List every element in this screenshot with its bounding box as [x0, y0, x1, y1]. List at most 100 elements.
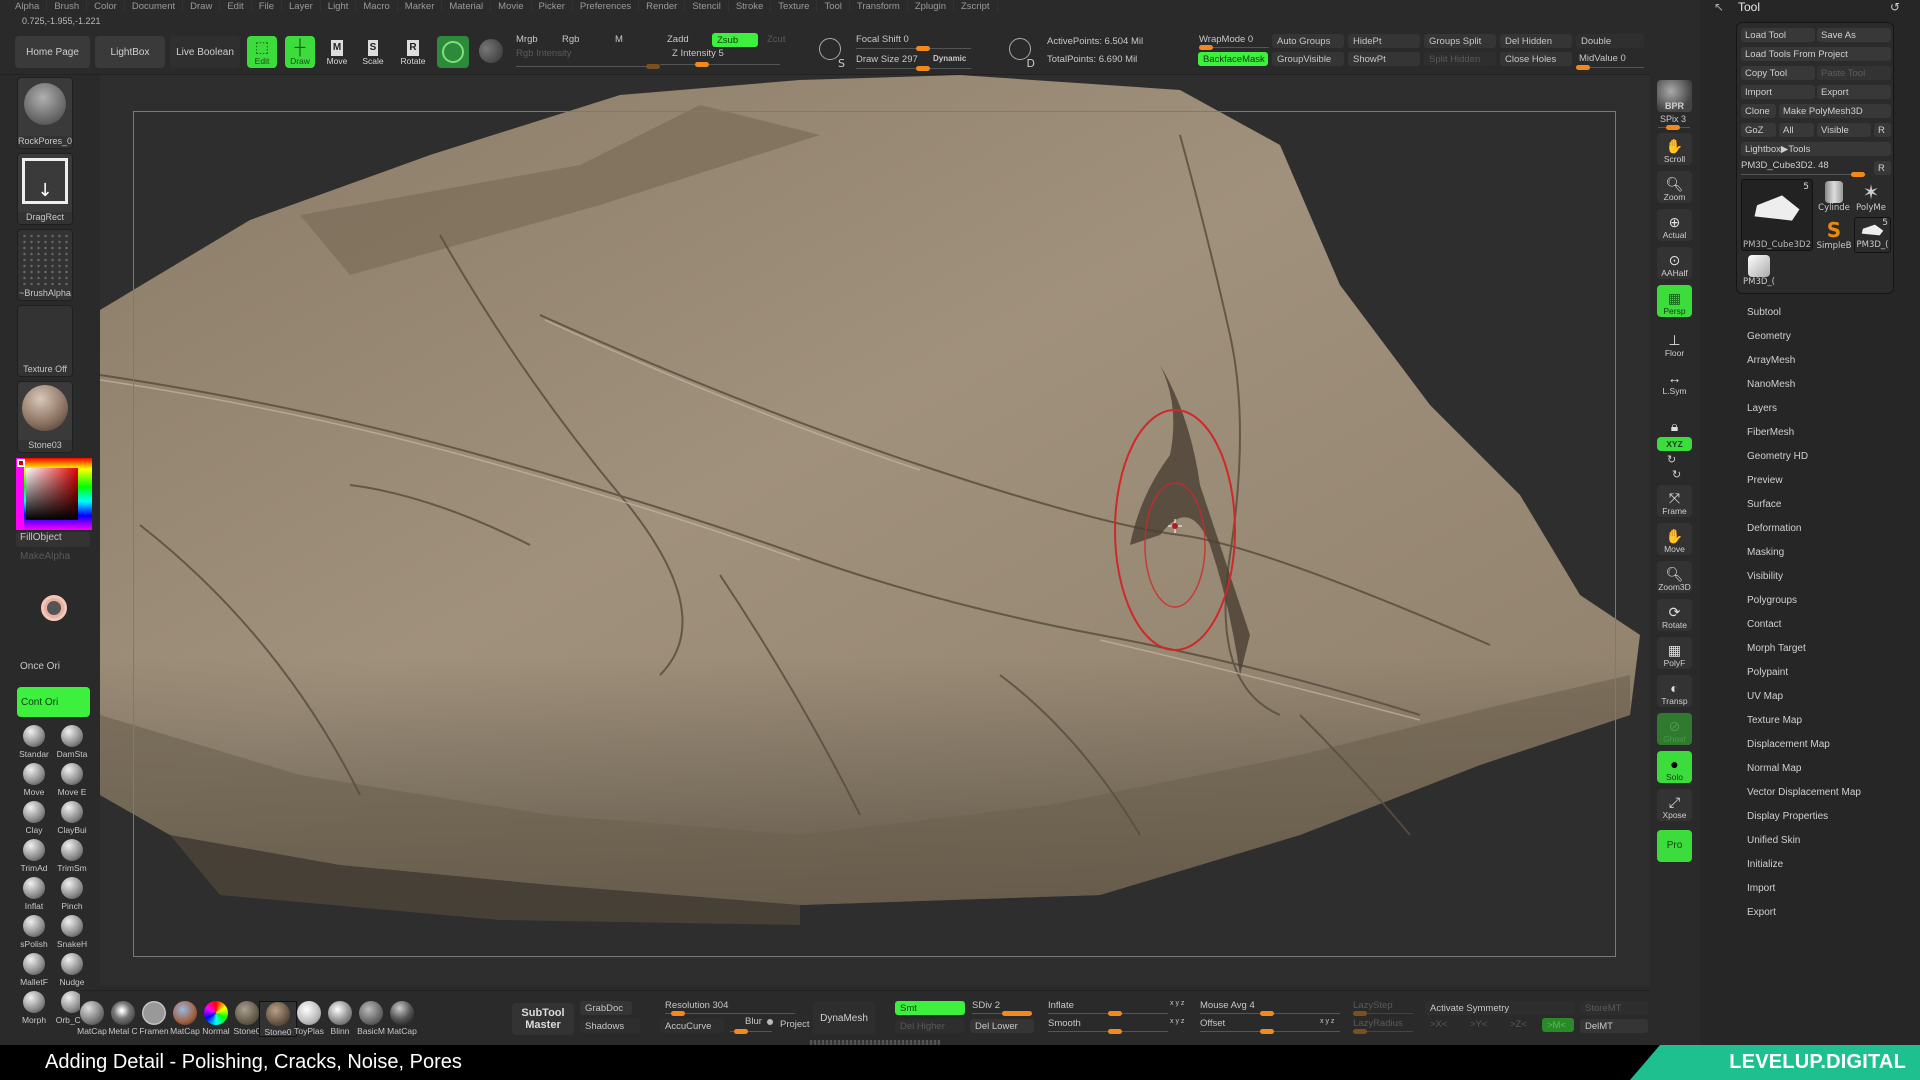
brush-item[interactable]: sPolish	[16, 915, 52, 953]
polyf-button[interactable]: ▦ PolyF	[1657, 637, 1692, 669]
blur-knob[interactable]	[734, 1029, 748, 1034]
backface-mask-button[interactable]: BackfaceMask	[1198, 52, 1268, 66]
smt-toggle[interactable]: Smt	[895, 1001, 965, 1015]
transp-button[interactable]: ◐ Transp	[1657, 675, 1692, 707]
material-thumb[interactable]: Stone03	[17, 381, 73, 453]
mouse-avg-knob[interactable]	[1260, 1011, 1274, 1016]
copy-tool-button[interactable]: Copy Tool	[1741, 66, 1815, 80]
subpalette-arraymesh[interactable]: ArrayMesh	[1747, 355, 1795, 366]
sym-m-button[interactable]: >M<	[1542, 1018, 1574, 1032]
once-ori-button[interactable]: Once Ori	[20, 661, 60, 672]
subpalette-fibermesh[interactable]: FiberMesh	[1747, 427, 1794, 438]
material-item[interactable]: MatCap	[383, 1001, 421, 1037]
subpalette-contact[interactable]: Contact	[1747, 619, 1781, 630]
lazystep-knob[interactable]	[1353, 1011, 1367, 1016]
menu-movie[interactable]: Movie	[491, 0, 532, 12]
dynamic-toggle[interactable]: Dynamic	[933, 54, 966, 63]
accucurve-button[interactable]: AccuCurve	[660, 1019, 724, 1033]
tool-thumb-pm3d-cube[interactable]: PM3D_(	[1741, 255, 1777, 291]
draw-size-knob[interactable]	[916, 66, 930, 71]
menu-picker[interactable]: Picker	[532, 0, 573, 12]
xpose-button[interactable]: ⤢ Xpose	[1657, 789, 1692, 821]
lsym-button[interactable]: ↔ L.Sym	[1657, 365, 1692, 397]
brush-item[interactable]: SnakeH	[54, 915, 90, 953]
save-as-button[interactable]: Save As	[1817, 28, 1891, 42]
brush-item[interactable]: MalletF	[16, 953, 52, 991]
menu-zscript[interactable]: Zscript	[954, 0, 998, 12]
subpalette-morph-target[interactable]: Morph Target	[1747, 643, 1806, 654]
pro-button[interactable]: Pro	[1657, 830, 1692, 862]
subpalette-preview[interactable]: Preview	[1747, 475, 1783, 486]
move-button[interactable]: M Move	[322, 36, 352, 68]
menu-brush[interactable]: Brush	[47, 0, 88, 12]
draw-size-slider[interactable]	[856, 66, 971, 71]
resolution-slider[interactable]	[665, 1011, 795, 1016]
zsub-button[interactable]: Zsub	[712, 33, 758, 47]
current-tool-slider[interactable]	[1741, 172, 1866, 177]
del-hidden-button[interactable]: Del Hidden	[1500, 34, 1572, 48]
menu-alpha[interactable]: Alpha	[8, 0, 48, 12]
menu-stencil[interactable]: Stencil	[685, 0, 729, 12]
cont-ori-button[interactable]: Cont Ori	[17, 687, 90, 717]
clone-button[interactable]: Clone	[1741, 104, 1776, 118]
subpalette-export[interactable]: Export	[1747, 907, 1776, 918]
lazystep-slider[interactable]	[1353, 1011, 1413, 1016]
lightbox-button[interactable]: LightBox	[95, 36, 165, 68]
spix-slider[interactable]	[1658, 125, 1690, 130]
blur-slider[interactable]	[730, 1029, 772, 1034]
sdiv-knob[interactable]	[1002, 1011, 1032, 1016]
goz-visible-button[interactable]: Visible	[1817, 123, 1871, 137]
sdiv-slider[interactable]	[972, 1011, 1032, 1016]
actual-button[interactable]: ⊕ Actual	[1657, 209, 1692, 241]
mrgb-button[interactable]: Mrgb	[516, 34, 538, 45]
focal-shift-knob[interactable]	[916, 46, 930, 51]
brush-item[interactable]: Move E	[54, 763, 90, 801]
subpalette-polygroups[interactable]: Polygroups	[1747, 595, 1797, 606]
subpalette-normal-map[interactable]: Normal Map	[1747, 763, 1801, 774]
double-button[interactable]: Double	[1576, 34, 1644, 48]
menu-marker[interactable]: Marker	[398, 0, 443, 12]
menu-render[interactable]: Render	[639, 0, 686, 12]
zcut-button[interactable]: Zcut	[767, 34, 785, 45]
sculpt-sphere-button[interactable]	[437, 36, 469, 68]
inflate-xyz-toggle[interactable]: x y z	[1170, 1000, 1184, 1007]
palette-arrow-icon[interactable]: ↖	[1714, 0, 1724, 14]
menu-file[interactable]: File	[252, 0, 283, 12]
make-alpha-button[interactable]: MakeAlpha	[20, 551, 70, 562]
auto-groups-button[interactable]: Auto Groups	[1272, 34, 1344, 48]
tool-thumb-polymesh[interactable]: ✶ PolyMe	[1853, 181, 1889, 217]
lightbox-tools-button[interactable]: Lightbox▶Tools	[1741, 142, 1891, 156]
brush-item[interactable]: Nudge	[54, 953, 90, 991]
solo-button[interactable]: ● Solo	[1657, 751, 1692, 783]
texture-thumb[interactable]: Texture Off	[17, 305, 73, 377]
subpalette-subtool[interactable]: Subtool	[1747, 307, 1781, 318]
rgb-intensity-knob[interactable]	[646, 64, 660, 69]
rotate-view-button[interactable]: ⟳ Rotate	[1657, 599, 1692, 631]
brush-item[interactable]: Morph	[16, 991, 52, 1029]
menu-zplugin[interactable]: Zplugin	[908, 0, 954, 12]
frame-button[interactable]: ⤧ Frame	[1657, 485, 1692, 517]
brush-item[interactable]: Clay	[16, 801, 52, 839]
rgb-button[interactable]: Rgb	[562, 34, 579, 45]
subpalette-surface[interactable]: Surface	[1747, 499, 1781, 510]
aahalf-button[interactable]: ⊙ AAHalf	[1657, 247, 1692, 279]
persp-button[interactable]: ▦ Persp	[1657, 285, 1692, 317]
zoom3d-button[interactable]: 🔍︎ Zoom3D	[1657, 561, 1692, 593]
y-rotate-icon[interactable]: ↻	[1667, 453, 1676, 466]
midvalue-slider[interactable]	[1576, 65, 1644, 70]
subpalette-deformation[interactable]: Deformation	[1747, 523, 1801, 534]
ghost-button[interactable]: ⊘ Ghost	[1657, 713, 1692, 745]
subpalette-vector-displacement-map[interactable]: Vector Displacement Map	[1747, 787, 1861, 798]
z-rotate-icon[interactable]: ↻	[1672, 468, 1681, 481]
subtool-master-button[interactable]: SubTool Master	[512, 1003, 574, 1035]
menu-macro[interactable]: Macro	[356, 0, 398, 12]
brush-item[interactable]: TrimSm	[54, 839, 90, 877]
wrapmode-knob[interactable]	[1199, 45, 1213, 50]
zoom-button[interactable]: 🔍︎ Zoom	[1657, 171, 1692, 203]
delmt-button[interactable]: DelMT	[1580, 1019, 1648, 1033]
scale-button[interactable]: S Scale	[358, 36, 388, 68]
subpalette-uv-map[interactable]: UV Map	[1747, 691, 1783, 702]
floor-button[interactable]: ⊥ Floor	[1657, 327, 1692, 359]
brush-item[interactable]: Inflat	[16, 877, 52, 915]
activate-symmetry-button[interactable]: Activate Symmetry	[1425, 1001, 1575, 1015]
